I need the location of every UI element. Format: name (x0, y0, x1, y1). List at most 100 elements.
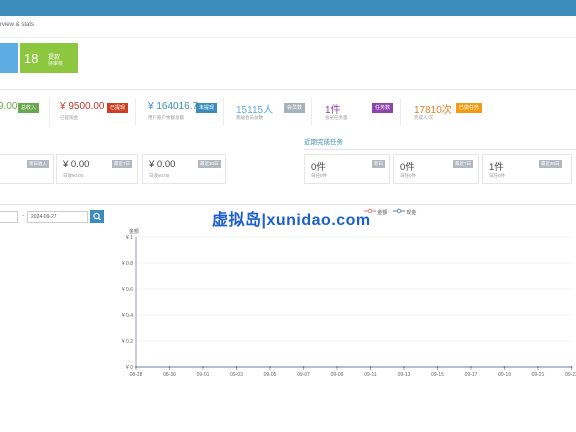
stat-value: ¥ 9500.00 (60, 101, 105, 112)
date-range-dash: - (22, 213, 24, 219)
card-value: ¥ 0.00 (149, 159, 176, 170)
card-tag: 最近30日 (539, 160, 562, 168)
stat-badge: 已做任务 (456, 103, 483, 113)
x-tick-label: 09-03 (230, 372, 243, 378)
top-navbar (0, 0, 576, 16)
stat-value: 1件 (325, 105, 341, 116)
card-value: 0件 (400, 162, 415, 173)
stat-members: 15115人 我站会员总数 会员数 (236, 98, 312, 126)
end-date-input[interactable]: 2024-09-27 (27, 211, 88, 223)
stat-sub: 已提现金 (60, 115, 78, 120)
x-tick-label: 09-15 (431, 372, 444, 378)
card-value: 1件 (489, 162, 504, 173)
line-chart: 金额¥ 0¥ 0.2¥ 0.4¥ 0.6¥ 0.8¥ 108-28 08-30 09… (122, 228, 576, 378)
data-point (135, 366, 137, 368)
data-point (269, 366, 271, 368)
stat-not-withdrawn: ¥ 164016.7 用户账户余额总额 未提现 (148, 98, 224, 126)
y-tick-label: ¥ 0.6 (122, 287, 133, 293)
data-point (537, 366, 539, 368)
income-30day-card: ¥ 0.00 日收¥0.00 最近30日 (142, 154, 226, 184)
x-tick-label: 08-28 (130, 372, 143, 378)
stat-sub: 会员任务量 (325, 115, 348, 120)
card-sub: 日任0件 (400, 173, 417, 178)
data-point (403, 366, 405, 368)
card-sub: 日收¥0.00 (63, 173, 84, 178)
x-tick-label: 09-19 (498, 372, 511, 378)
stat-total-income: 9.00 总收入 (0, 98, 50, 126)
tasks-30day-card: 1件 日任0件 最近30日 (482, 154, 572, 184)
stat-badge: 已提现 (107, 103, 129, 113)
divider (0, 204, 576, 205)
data-point (302, 366, 305, 368)
recent-tasks-title: 近期完成任务 (304, 139, 343, 146)
data-point (168, 366, 171, 368)
income-7day-card: ¥ 0.00 日收¥0.00 最近7日 (56, 154, 138, 184)
tasks-today-card: 0件 日任0件 新日 (304, 154, 390, 184)
stat-sub: 我站会员总数 (236, 115, 263, 120)
stat-tasks: 1件 会员任务量 任务数 (325, 98, 401, 126)
start-date-input[interactable] (0, 211, 18, 223)
x-tick-label: 09-09 (331, 372, 344, 378)
card-value: ¥ 0.00 (63, 159, 90, 170)
data-point (235, 366, 238, 368)
legend-label: 现金 (406, 210, 417, 216)
y-tick-label: ¥ 0.8 (122, 261, 133, 267)
x-tick-label: 09-21 (532, 372, 545, 378)
legend-item-cash[interactable]: 现金 (393, 208, 416, 216)
stat-sub: 完成人/次 (414, 115, 434, 120)
stat-badge: 任务数 (372, 103, 394, 113)
tile-count: 18 (24, 51, 39, 66)
legend-item-amount[interactable]: 金额 (364, 208, 387, 216)
data-point (202, 366, 204, 368)
x-tick-label: 09-05 (264, 372, 277, 378)
card-sub: 日任0件 (489, 173, 506, 178)
card-tag: 最近30日 (198, 160, 221, 168)
page-subtitle: rview & stats (0, 22, 35, 28)
data-point (336, 366, 338, 368)
card-tag: 最近7日 (453, 160, 474, 168)
divider (304, 149, 576, 150)
divider (0, 37, 576, 38)
y-tick-label: ¥ 0.4 (122, 313, 133, 319)
stat-completed: 17810次 完成人/次 已做任务 (414, 98, 490, 126)
stat-badge: 未提现 (196, 103, 218, 113)
income-today-card: 新日收入 (0, 154, 54, 184)
data-point (470, 366, 472, 368)
data-point (436, 366, 439, 368)
card-tag: 新日 (372, 160, 385, 168)
card-value: 0件 (311, 162, 326, 173)
summary-tile[interactable] (0, 43, 18, 73)
data-point (369, 366, 372, 368)
x-tick-label: 09-07 (297, 372, 310, 378)
card-tag: 新日收入 (27, 160, 49, 168)
legend-label: 金额 (377, 210, 388, 216)
x-tick-label: 09-01 (197, 372, 210, 378)
withdraw-pending-tile[interactable]: 18 提款 待审核 (20, 43, 78, 73)
stat-withdrawn: ¥ 9500.00 已提现金 已提现 (60, 98, 136, 126)
x-tick-label: 09-23 (565, 372, 576, 378)
y-tick-label: ¥ 1 (126, 235, 133, 241)
card-tag: 最近7日 (112, 160, 133, 168)
tasks-7day-card: 0件 日任0件 最近7日 (393, 154, 479, 184)
legend-marker-icon (393, 208, 405, 214)
y-tick-label: ¥ 0 (126, 365, 133, 371)
divider (0, 89, 576, 90)
stat-value: 9.00 (0, 101, 18, 112)
y-tick-label: ¥ 0.2 (122, 339, 133, 345)
card-sub: 日收¥0.00 (149, 173, 170, 178)
data-point (570, 366, 573, 368)
tile-sublabel: 待审核 (48, 61, 64, 67)
stat-sub: 用户账户余额总额 (148, 115, 184, 120)
stat-value: 17810次 (414, 105, 452, 116)
stat-badge: 会员数 (284, 103, 306, 113)
x-tick-label: 08-30 (163, 372, 176, 378)
x-tick-label: 09-13 (398, 372, 411, 378)
data-point (503, 366, 506, 368)
stat-badge: 总收入 (18, 103, 40, 113)
search-icon (93, 212, 101, 221)
x-tick-label: 09-17 (465, 372, 478, 378)
legend-marker-icon (364, 208, 376, 214)
stat-value: 15115人 (236, 105, 274, 116)
search-button[interactable] (90, 210, 104, 223)
stat-value: ¥ 164016.7 (148, 101, 199, 112)
